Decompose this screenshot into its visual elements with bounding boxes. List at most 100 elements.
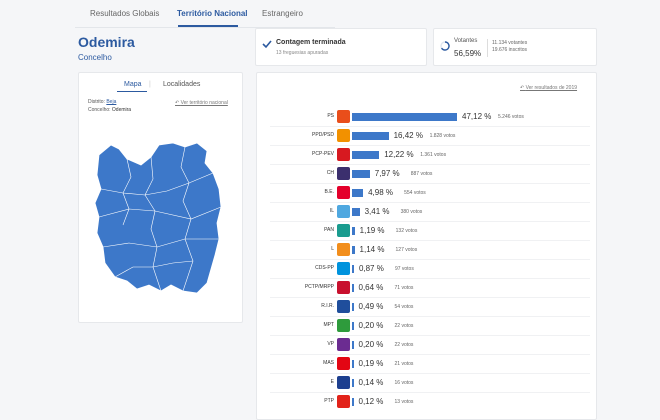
vote-count: 22 votos: [394, 323, 414, 329]
council-value: Odemira: [111, 107, 132, 113]
status-subtitle: 13 freguesias apuradas: [276, 50, 329, 56]
party-row[interactable]: VP 0,20 % 22 votos: [270, 336, 590, 355]
tab-map[interactable]: Mapa: [124, 81, 142, 88]
vote-share-bar: [352, 398, 354, 406]
party-logo-icon: [337, 186, 350, 199]
vote-percent: 0,12 %: [358, 397, 384, 406]
council-label: Concelho:: [88, 107, 111, 113]
vote-share-bar: [352, 379, 354, 387]
vote-percent: 4,98 %: [368, 188, 393, 197]
council-map[interactable]: [93, 143, 223, 295]
vote-share-bar: [352, 284, 354, 292]
vote-count: 887 votos: [410, 171, 433, 177]
voters-count: 11.134 votantes: [492, 40, 528, 46]
vote-count: 22 votos: [394, 342, 414, 348]
vote-share-bar: [352, 341, 354, 349]
vote-count: 132 votos: [395, 228, 418, 234]
party-row[interactable]: PCTP/MRPP 0,64 % 71 votos: [270, 279, 590, 298]
vote-count: 554 votos: [404, 190, 426, 196]
party-name: PCTP/MRPP: [304, 284, 334, 290]
party-name: IL: [329, 208, 334, 214]
tab-global-results[interactable]: Resultados Globais: [90, 9, 159, 18]
status-title: Contagem terminada: [276, 39, 346, 46]
party-row[interactable]: PTP 0,12 % 13 votos: [270, 393, 590, 412]
map-panel: Mapa | Localidades Distrito: Beja Concel…: [78, 72, 243, 323]
vote-share-bar: [352, 132, 389, 140]
vote-count: 1.361 votos: [420, 152, 447, 158]
region-tabs: Resultados Globais Território Nacional E…: [0, 0, 660, 28]
map-tab-indicator: [117, 91, 147, 92]
map-region-outline[interactable]: [94, 143, 222, 294]
party-logo-icon: [337, 376, 350, 389]
party-logo-icon: [337, 148, 350, 161]
voters-card: Votantes 56,59% 11.134 votantes 19.676 i…: [433, 28, 597, 66]
vote-share-bar: [352, 151, 380, 159]
party-name: PPD/PSD: [312, 132, 334, 138]
vote-share-bar: [352, 265, 354, 273]
party-row[interactable]: MPT 0,20 % 22 votos: [270, 317, 590, 336]
page-subtitle: Concelho: [78, 53, 112, 62]
vote-count: 97 votos: [394, 266, 414, 272]
party-row[interactable]: PPD/PSD 16,42 % 1.828 votos: [270, 127, 590, 146]
party-logo-icon: [337, 110, 350, 123]
district-link[interactable]: Beja: [106, 99, 116, 105]
vote-percent: 0,14 %: [358, 378, 384, 387]
page-title: Odemira: [78, 34, 135, 50]
party-name: MAS: [323, 360, 334, 366]
district-line: Distrito: Beja: [88, 99, 116, 105]
party-name: CH: [326, 170, 334, 176]
party-row[interactable]: PS 47,12 % 5.246 votos: [270, 108, 590, 127]
vote-share-bar: [352, 170, 370, 178]
party-row[interactable]: R.I.R. 0,49 % 54 votos: [270, 298, 590, 317]
previous-results-link-label: Ver resultados de 2019: [525, 85, 578, 91]
registered-count: 19.676 inscritos: [492, 47, 528, 53]
party-name: PAN: [324, 227, 334, 233]
count-status-card: Contagem terminada 13 freguesias apurada…: [255, 28, 427, 66]
party-logo-icon: [337, 319, 350, 332]
party-logo-icon: [337, 243, 350, 256]
party-logo-icon: [337, 167, 350, 180]
party-logo-icon: [337, 224, 350, 237]
vote-count: 380 votos: [400, 209, 423, 215]
party-logo-icon: [337, 357, 350, 370]
vote-share-bar: [352, 360, 354, 368]
party-row[interactable]: PAN 1,19 % 132 votos: [270, 222, 590, 241]
tab-abroad[interactable]: Estrangeiro: [262, 9, 303, 18]
party-name: PCP-PEV: [312, 151, 334, 157]
vote-share-bar: [352, 322, 354, 330]
party-row[interactable]: MAS 0,19 % 21 votos: [270, 355, 590, 374]
party-name: L: [331, 246, 334, 252]
vote-count: 1.828 votos: [429, 133, 456, 139]
party-logo-icon: [337, 281, 350, 294]
national-territory-link[interactable]: ↶ Ver território nacional: [175, 100, 228, 106]
district-label: Distrito:: [88, 99, 105, 105]
party-logo-icon: [337, 262, 350, 275]
party-row[interactable]: B.E. 4,98 % 554 votos: [270, 184, 590, 203]
previous-results-link[interactable]: ↶ Ver resultados de 2019: [520, 85, 577, 91]
party-name: CDS-PP: [315, 265, 334, 271]
vote-share-bar: [352, 227, 355, 235]
party-name: PS: [327, 113, 334, 119]
vote-percent: 12,22 %: [384, 150, 414, 159]
party-logo-icon: [337, 129, 350, 142]
turnout-percent: 56,59%: [454, 49, 482, 58]
party-row[interactable]: L 1,14 % 127 votos: [270, 241, 590, 260]
party-name: R.I.R.: [321, 303, 334, 309]
vote-percent: 0,20 %: [358, 340, 384, 349]
party-row[interactable]: CH 7,97 % 887 votos: [270, 165, 590, 184]
council-line: Concelho: Odemira: [88, 107, 131, 113]
party-row[interactable]: CDS-PP 0,87 % 97 votos: [270, 260, 590, 279]
party-row[interactable]: PCP-PEV 12,22 % 1.361 votos: [270, 146, 590, 165]
party-name: MPT: [323, 322, 334, 328]
party-row[interactable]: E 0,14 % 16 votos: [270, 374, 590, 393]
party-name: VP: [327, 341, 334, 347]
vote-percent: 0,19 %: [358, 359, 384, 368]
active-tab-indicator: [178, 25, 238, 27]
vote-percent: 0,49 %: [358, 302, 384, 311]
tab-localities[interactable]: Localidades: [163, 81, 200, 88]
tab-national-territory[interactable]: Território Nacional: [177, 9, 248, 18]
party-row[interactable]: IL 3,41 % 380 votos: [270, 203, 590, 222]
vote-percent: 1,19 %: [359, 226, 385, 235]
party-name: E: [330, 379, 334, 385]
voters-label: Votantes: [454, 38, 478, 44]
